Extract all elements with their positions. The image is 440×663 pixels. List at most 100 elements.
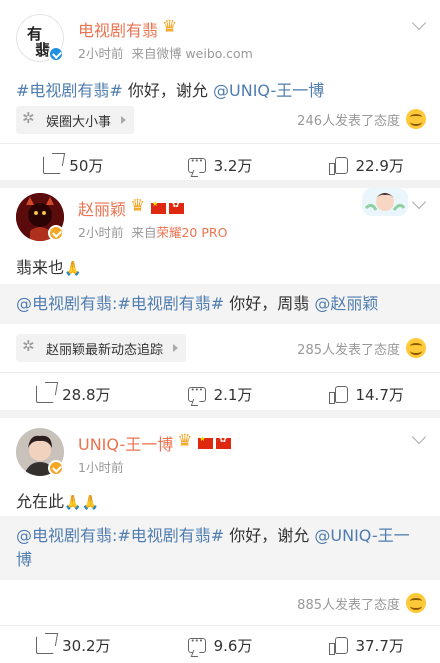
post-time: 2小时前	[78, 46, 124, 61]
post-source: 来自微博 weibo.com	[131, 46, 253, 61]
share-count: 50万	[69, 156, 104, 175]
author-name[interactable]: UNIQ-王一博	[78, 431, 232, 455]
post-source: 来自	[131, 225, 157, 240]
weibo-post-1: 有 翡 电视剧有翡 2小时前来自微博 weibo.com #电视剧有翡# 你好，…	[0, 0, 440, 180]
action-bar: 50万 3.2万 22.9万	[0, 150, 440, 180]
smile-emoji-icon	[406, 338, 426, 358]
post-meta: 1小时前	[78, 457, 123, 476]
verified-badge-icon	[48, 225, 64, 241]
like-count: 14.7万	[355, 385, 404, 404]
post-text: #电视剧有翡# 你好，谢允 @UNIQ-王一博	[16, 77, 324, 101]
repost-body: 你好，谢允	[224, 526, 315, 545]
comment-count: 3.2万	[213, 156, 253, 175]
comment-icon	[187, 386, 206, 402]
comment-count: 2.1万	[213, 385, 253, 404]
post-body: 允在此	[16, 492, 65, 511]
like-count: 22.9万	[355, 156, 404, 175]
comment-icon	[187, 157, 206, 173]
topic-pinwheel-icon	[22, 337, 38, 356]
verified-badge-icon	[48, 46, 64, 62]
attitude-count[interactable]: 285人发表了态度	[297, 338, 426, 358]
divider	[0, 372, 440, 373]
author-name[interactable]: 电视剧有翡	[78, 17, 180, 41]
hashtag-link[interactable]: #电视剧有翡#	[16, 81, 123, 100]
mention-link[interactable]: @赵丽颖	[314, 294, 378, 313]
comment-button[interactable]: 2.1万	[147, 379, 294, 409]
chevron-down-icon[interactable]	[411, 194, 427, 210]
smile-emoji-icon	[406, 109, 426, 129]
comment-icon	[187, 637, 206, 653]
comment-button[interactable]: 3.2万	[147, 150, 294, 180]
topic-label[interactable]: 赵丽颖最新动态追踪	[46, 339, 163, 358]
attitude-text[interactable]: 885人发表了态度	[297, 594, 400, 613]
topic-chip[interactable]: 赵丽颖最新动态追踪	[16, 334, 187, 362]
post-meta: 2小时前 来自荣耀20 PRO	[78, 222, 227, 241]
sticker-image	[362, 188, 408, 216]
post-text: 翡来也🙏	[16, 254, 81, 278]
author-name-text[interactable]: 电视剧有翡	[78, 17, 158, 41]
author-name[interactable]: 赵丽颖	[78, 196, 185, 220]
post-body: 你好，谢允	[122, 81, 214, 100]
pray-emoji-icon: 🙏	[64, 261, 82, 277]
author-name-text[interactable]: 赵丽颖	[78, 196, 126, 220]
divider	[0, 143, 440, 144]
chevron-down-icon[interactable]	[411, 15, 427, 31]
share-button[interactable]: 30.2万	[0, 630, 147, 660]
attitude-count[interactable]: 246人发表了态度	[297, 109, 426, 129]
china-flag-icon	[198, 435, 214, 449]
chevron-right-icon	[121, 116, 127, 124]
crown-icon	[177, 431, 195, 451]
post-body: 翡来也	[16, 258, 65, 277]
share-icon	[43, 156, 62, 174]
post-separator	[0, 410, 440, 418]
share-button[interactable]: 28.8万	[0, 379, 147, 409]
author-name-text[interactable]: UNIQ-王一博	[78, 431, 173, 455]
repost-body: 你好，周翡	[224, 294, 315, 313]
chevron-right-icon	[173, 344, 179, 352]
attitude-text[interactable]: 246人发表了态度	[297, 110, 400, 129]
crown-icon	[162, 17, 180, 37]
weibo-post-3: UNIQ-王一博 1小时前 允在此🙏🙏 @电视剧有翡:#电视剧有翡# 你好，谢允…	[0, 418, 440, 663]
post-time: 2小时前	[78, 225, 124, 240]
topic-chip[interactable]: 娱圈大小事	[16, 106, 135, 134]
smile-emoji-icon	[406, 593, 426, 613]
attitude-text[interactable]: 285人发表了态度	[297, 339, 400, 358]
action-bar: 30.2万 9.6万 37.7万	[0, 630, 440, 660]
share-button[interactable]: 50万	[0, 150, 147, 180]
comment-button[interactable]: 9.6万	[147, 630, 294, 660]
like-button[interactable]: 37.7万	[293, 630, 440, 660]
post-separator	[0, 180, 440, 188]
like-icon	[329, 156, 349, 175]
topic-pinwheel-icon	[22, 109, 38, 128]
like-icon	[329, 385, 349, 404]
hongkong-flag-icon	[169, 200, 185, 214]
repost-source-link[interactable]: @电视剧有翡:#电视剧有翡#	[16, 294, 224, 313]
attitude-count[interactable]: 885人发表了态度	[297, 593, 426, 613]
repost-source-link[interactable]: @电视剧有翡:#电视剧有翡#	[16, 526, 224, 545]
share-count: 28.8万	[62, 385, 111, 404]
share-icon	[36, 385, 55, 403]
topic-label[interactable]: 娱圈大小事	[46, 111, 111, 130]
repost-text: @电视剧有翡:#电视剧有翡# 你好，谢允 @UNIQ-王一博	[16, 524, 424, 572]
weibo-post-2: 赵丽颖 2小时前来自荣耀20 PRO 翡来也🙏 @电视剧有翡:#电视剧有翡# 你…	[0, 188, 440, 410]
hongkong-flag-icon	[216, 435, 232, 449]
like-button[interactable]: 14.7万	[293, 379, 440, 409]
china-flag-icon	[151, 200, 167, 214]
action-bar: 28.8万 2.1万 14.7万	[0, 379, 440, 409]
like-count: 37.7万	[355, 636, 404, 655]
share-count: 30.2万	[62, 636, 111, 655]
post-text: 允在此🙏🙏	[16, 488, 99, 512]
like-icon	[329, 636, 349, 655]
verified-badge-icon	[48, 460, 64, 476]
crown-icon	[130, 196, 148, 216]
post-time: 1小时前	[78, 460, 124, 475]
fan-badge-sticker	[362, 188, 408, 216]
device-link[interactable]: 荣耀20 PRO	[156, 225, 227, 240]
share-icon	[36, 636, 55, 654]
comment-count: 9.6万	[213, 636, 253, 655]
pray-emoji-icon: 🙏🙏	[64, 495, 99, 511]
like-button[interactable]: 22.9万	[293, 150, 440, 180]
chevron-down-icon[interactable]	[411, 429, 427, 445]
mention-link[interactable]: @UNIQ-王一博	[213, 81, 324, 100]
divider	[0, 625, 440, 626]
